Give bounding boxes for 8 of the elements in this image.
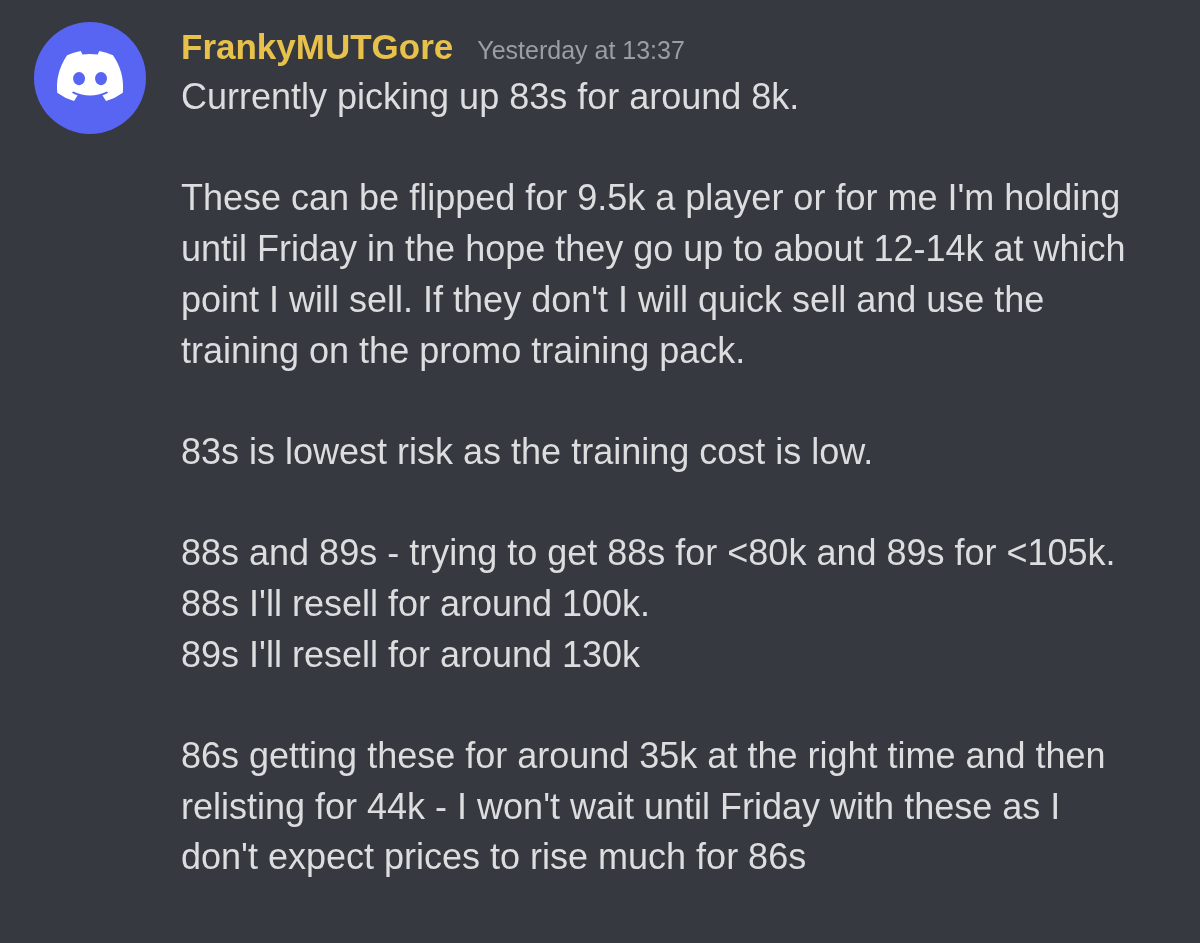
message-paragraph: These can be flipped for 9.5k a player or for me I'm holding until Friday in the hope they go up to about 12-14k at which point I will sell. If they don't I will quick sell and use the training on the promo training pack.: [181, 176, 1126, 373]
message-paragraph: 86s getting these for around 35k at the right time and then relisting for 44k - I won't wait until Friday with these as I don't expect prices to rise much for 86s: [181, 734, 1107, 880]
username[interactable]: FrankyMUTGore: [181, 22, 454, 72]
message-paragraph: Currently picking up 83s for around 8k.: [181, 75, 801, 119]
timestamp: Yesterday at 13:37: [477, 35, 685, 66]
message-paragraph: 83s is lowest risk as the training cost is low.: [181, 429, 875, 474]
avatar-icon: [34, 22, 146, 134]
message-paragraph: 88s and 89s - trying to get 88s for <80k and 89s for <105k. 88s I'll resell for around 100k. 89s I'll resell for around 130k: [181, 531, 1117, 677]
